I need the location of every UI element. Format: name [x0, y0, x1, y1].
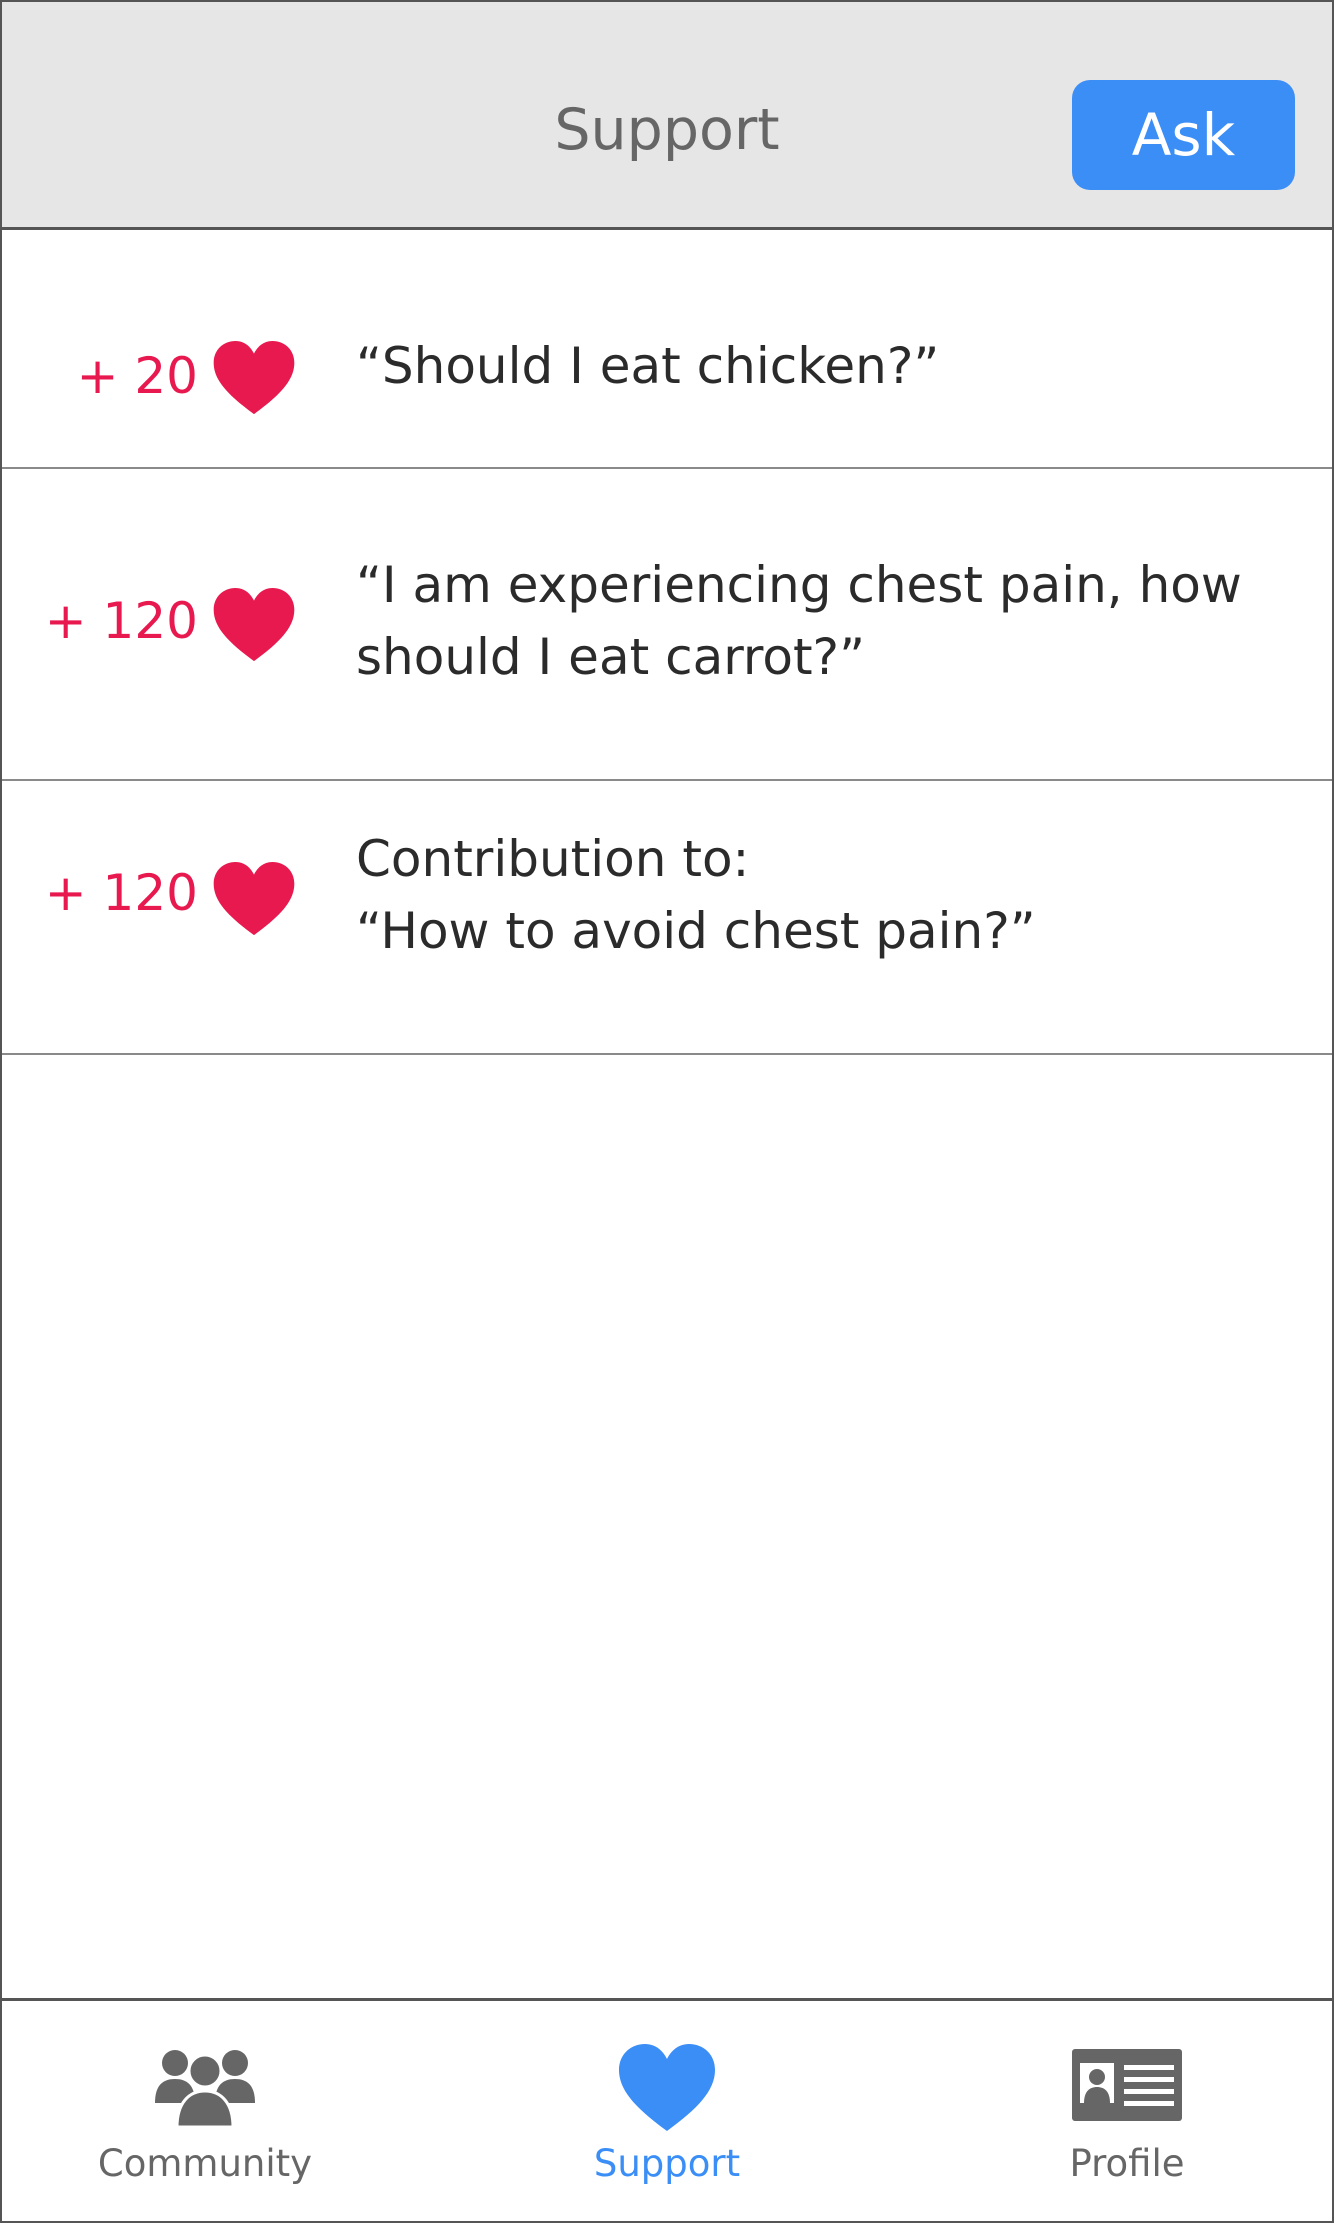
tab-label: Profile	[1069, 2142, 1185, 2185]
tab-label: Community	[97, 2142, 313, 2185]
heart-icon	[619, 2044, 715, 2131]
support-screen: Support Ask + 20 “Should I eat chicken?”…	[0, 0, 1334, 2223]
points-label: + 20	[76, 347, 198, 405]
tab-support[interactable]: Support	[517, 2001, 817, 2223]
list-item[interactable]: + 120 “I am experiencing chest pain, how…	[2, 469, 1332, 781]
top-bar: Support Ask	[2, 0, 1332, 230]
heart-icon	[213, 862, 295, 936]
list-item-line: “How to avoid chest pain?”	[356, 902, 1036, 960]
list-item-line: Contribution to:	[356, 830, 750, 888]
heart-icon	[213, 588, 295, 662]
tab-community[interactable]: Community	[55, 2001, 355, 2223]
heart-icon	[213, 341, 295, 415]
community-icon	[155, 2050, 255, 2127]
list-item-line: “I am experiencing chest pain, how	[356, 556, 1242, 614]
list-item[interactable]: + 20 “Should I eat chicken?”	[2, 230, 1332, 469]
support-feed: + 20 “Should I eat chicken?” + 120 “I am…	[2, 230, 1332, 1055]
list-item-line: “Should I eat chicken?”	[356, 337, 940, 395]
points-label: + 120	[44, 864, 198, 922]
tab-profile[interactable]: Profile	[977, 2001, 1277, 2223]
list-item-text: Contribution to: “How to avoid chest pai…	[356, 823, 1276, 967]
list-item-text: “I am experiencing chest pain, how shoul…	[356, 549, 1276, 693]
list-item-text: “Should I eat chicken?”	[356, 330, 1276, 402]
tab-label: Support	[593, 2142, 741, 2185]
bottom-tab-bar: Community Support Profile	[2, 1998, 1332, 2223]
list-item-line: should I eat carrot?”	[356, 628, 865, 686]
profile-card-icon	[1072, 2049, 1182, 2121]
points-label: + 120	[44, 592, 198, 650]
list-item[interactable]: + 120 Contribution to: “How to avoid che…	[2, 781, 1332, 1055]
ask-button[interactable]: Ask	[1072, 80, 1295, 190]
